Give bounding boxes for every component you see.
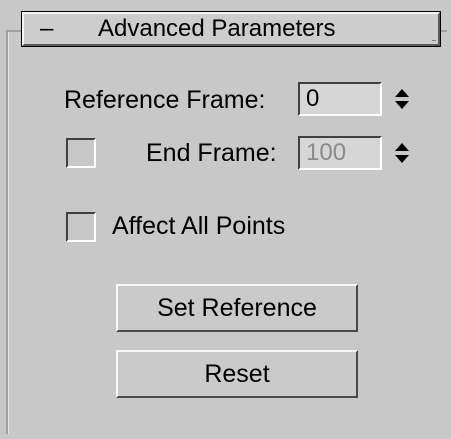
spinner-down-icon[interactable]: [395, 155, 409, 163]
reset-button[interactable]: Reset: [116, 350, 358, 398]
spinner-up-icon[interactable]: [395, 89, 409, 97]
end-frame-label: End Frame:: [146, 139, 277, 167]
end-frame-input[interactable]: 100: [298, 136, 382, 170]
reference-frame-label: Reference Frame:: [64, 86, 266, 114]
end-frame-checkbox[interactable]: [66, 138, 96, 168]
rollout-header[interactable]: – Advanced Parameters: [21, 11, 441, 47]
rollout-title: Advanced Parameters: [98, 15, 336, 42]
reference-frame-spinner-icon[interactable]: [392, 82, 412, 116]
affect-all-points-checkbox[interactable]: [66, 212, 96, 242]
end-frame-spinner-icon[interactable]: [392, 136, 412, 170]
header-edge-mark: [432, 40, 436, 41]
set-reference-button[interactable]: Set Reference: [116, 284, 358, 332]
spinner-up-icon[interactable]: [395, 143, 409, 151]
spinner-down-icon[interactable]: [395, 101, 409, 109]
reference-frame-input[interactable]: 0: [298, 82, 382, 116]
collapse-icon[interactable]: –: [40, 14, 53, 44]
affect-all-points-label: Affect All Points: [112, 212, 286, 240]
